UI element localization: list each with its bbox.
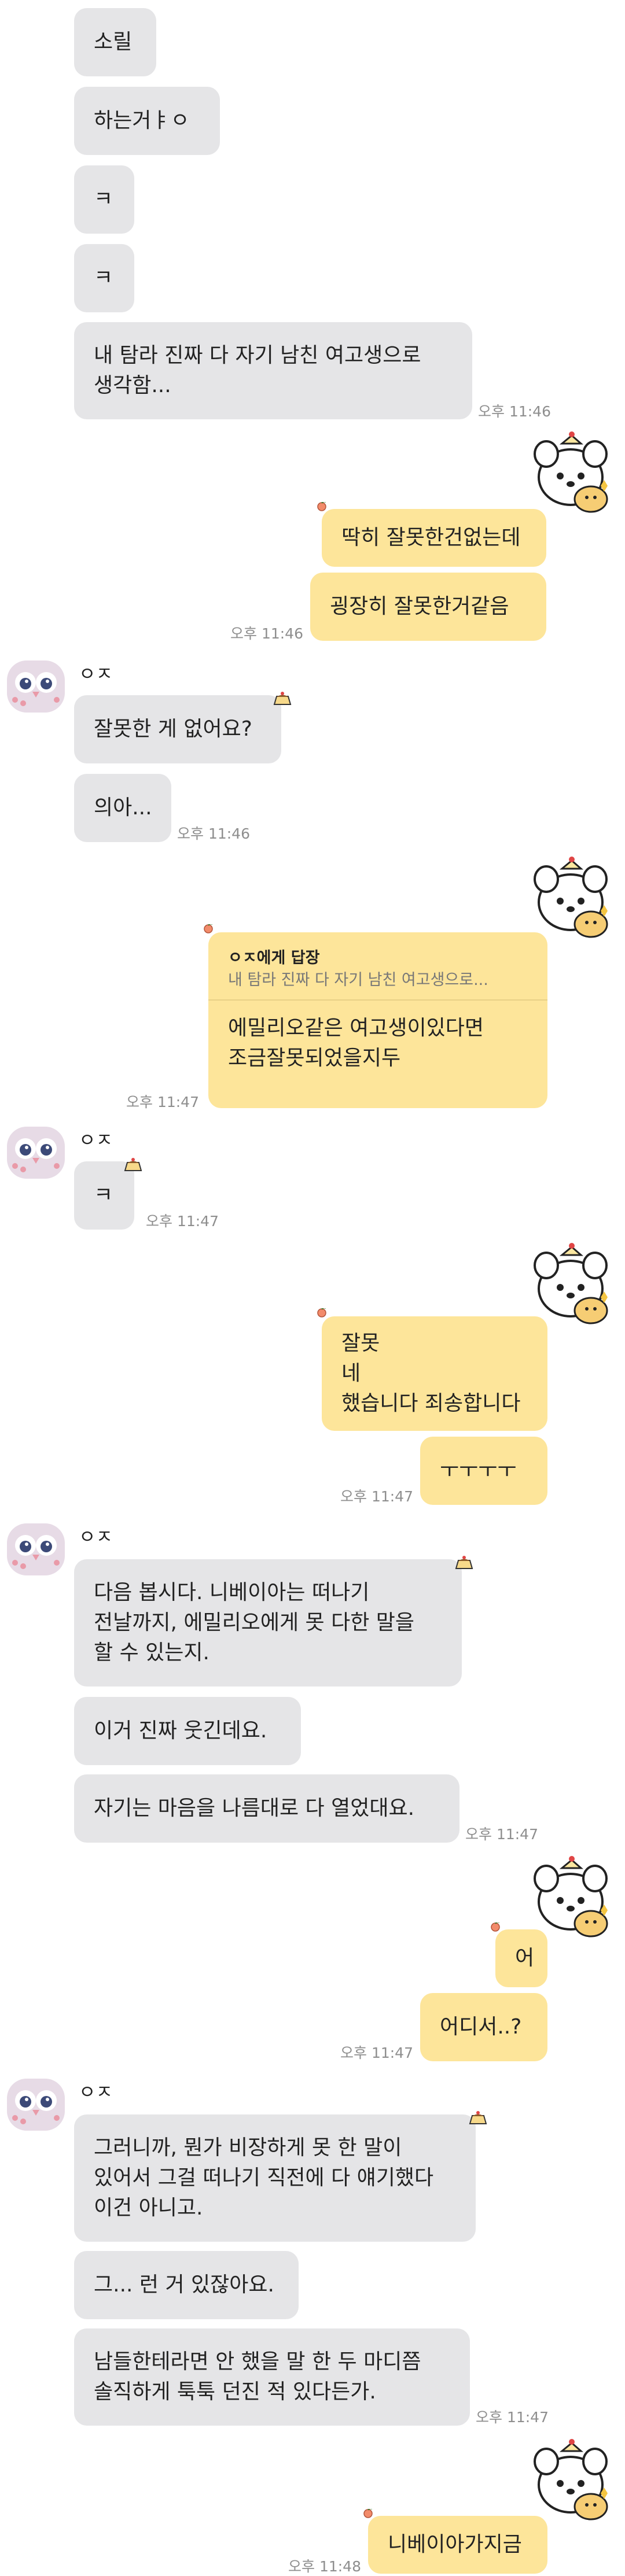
message-text: 할 수 있는지.	[94, 1641, 209, 1665]
message-bubble[interactable]: 하는거ㅑㅇ	[74, 87, 220, 155]
message-bubble[interactable]: 의아...	[74, 774, 171, 842]
pudding-reaction-icon	[455, 1556, 473, 1569]
message-text: 그... 런 거 있잖아요.	[94, 2273, 274, 2297]
message-text: 남들한테라면 안 했을 말 한 두 마디쯤	[94, 2350, 421, 2374]
message-text: 잘못	[341, 1331, 380, 1355]
hamster-sticker-icon	[534, 2438, 609, 2520]
timestamp: 오후 11:47	[340, 1488, 413, 1505]
timestamp: 오후 11:47	[146, 1213, 219, 1230]
reply-message-bubble[interactable]: ㅇㅈ에게 답장 내 탐라 진짜 다 자기 남친 여고생으로... 에밀리오같은 …	[208, 932, 547, 1108]
reply-quote[interactable]: 내 탐라 진짜 다 자기 남친 여고생으로...	[228, 969, 528, 991]
timestamp: 오후 11:46	[230, 625, 303, 642]
hamster-sticker-icon	[534, 431, 609, 513]
message-text: 내 탐라 진짜 다 자기 남친 여고생으로	[94, 344, 421, 367]
message-text: 조금잘못되었을지두	[228, 1046, 401, 1070]
avatar[interactable]	[6, 2073, 66, 2133]
hamster-sticker-icon	[534, 1855, 609, 1937]
message-bubble[interactable]: 그러니까, 뭔가 비장하게 못 한 말이 있어서 그걸 떠나기 직전에 다 얘기…	[74, 2114, 476, 2242]
timestamp: 오후 11:46	[478, 403, 551, 420]
message-text: ㅋ	[94, 1183, 113, 1207]
message-bubble[interactable]: 굉장히 잘못한거같음	[310, 573, 546, 641]
contact-name: ㅇㅈ	[79, 2081, 113, 2103]
message-text: 어디서..?	[440, 2015, 522, 2039]
message-bubble[interactable]: 내 탐라 진짜 다 자기 남친 여고생으로 생각함...	[74, 322, 472, 419]
message-bubble[interactable]: 니베이아가지금	[368, 2516, 547, 2574]
hamster-sticker-icon	[534, 1242, 609, 1324]
hamster-sticker-icon	[534, 856, 609, 938]
timestamp: 오후 11:47	[465, 1826, 538, 1843]
message-bubble[interactable]: 이거 진짜 웃긴데요.	[74, 1697, 301, 1765]
message-text: 다음 봅시다. 니베이아는 떠나기	[94, 1581, 370, 1604]
message-bubble[interactable]: ㅜㅜㅜㅜ	[420, 1437, 547, 1505]
message-text: 생각함...	[94, 374, 171, 397]
message-text: 있어서 그걸 떠나기 직전에 다 얘기했다	[94, 2166, 434, 2190]
message-text: 어	[515, 1946, 535, 1970]
message-bubble[interactable]: 소릴	[74, 8, 156, 76]
pudding-reaction-icon	[274, 692, 291, 705]
message-text: 하는거ㅑㅇ	[94, 109, 190, 132]
pudding-reaction-icon	[124, 1158, 142, 1171]
message-bubble[interactable]: 그... 런 거 있잖아요.	[74, 2251, 299, 2319]
message-text: 그러니까, 뭔가 비장하게 못 한 말이	[94, 2136, 402, 2160]
contact-name: ㅇㅈ	[79, 663, 113, 685]
message-text: 이거 진짜 웃긴데요.	[94, 1719, 267, 1743]
message-text: 네	[341, 1361, 361, 1385]
avatar[interactable]	[6, 1121, 66, 1181]
message-bubble[interactable]: ㅋ	[74, 244, 134, 312]
message-text: 솔직하게 툭툭 던진 적 있다든가.	[94, 2380, 376, 2404]
message-bubble[interactable]: 어디서..?	[420, 1993, 547, 2061]
reply-divider	[208, 999, 547, 1001]
timestamp: 오후 11:46	[177, 825, 250, 842]
reply-label: ㅇㅈ에게 답장	[228, 949, 320, 967]
timestamp: 오후 11:47	[340, 2044, 413, 2061]
contact-name: ㅇㅈ	[79, 1129, 113, 1151]
message-text: 에밀리오같은 여고생이있다면	[228, 1016, 484, 1040]
message-text: 의아...	[94, 796, 152, 820]
message-text: ㅋ	[94, 187, 113, 211]
message-bubble[interactable]: 자기는 마음을 나름대로 다 열었대요.	[74, 1774, 459, 1843]
message-text: 잘못한 게 없어요?	[94, 717, 252, 741]
message-text: ㅜㅜㅜㅜ	[440, 1459, 517, 1482]
avatar[interactable]	[6, 655, 66, 715]
message-text: 전날까지, 에밀리오에게 못 다한 말을	[94, 1611, 415, 1634]
timestamp: 오후 11:47	[126, 1094, 199, 1110]
message-bubble[interactable]: 딱히 잘못한건없는데	[322, 509, 546, 567]
message-text: 니베이아가지금	[388, 2533, 522, 2556]
message-text: 딱히 잘못한건없는데	[341, 526, 521, 549]
timestamp: 오후 11:48	[288, 2558, 361, 2575]
message-bubble[interactable]: 잘못 네 했습니다 죄송합니다	[322, 1316, 547, 1431]
pudding-reaction-icon	[469, 2111, 487, 2124]
message-text: ㅋ	[94, 266, 113, 290]
message-bubble[interactable]: 다음 봅시다. 니베이아는 떠나기 전날까지, 에밀리오에게 못 다한 말을 할…	[74, 1559, 462, 1686]
message-text: 했습니다 죄송합니다	[341, 1392, 521, 1415]
timestamp: 오후 11:47	[476, 2409, 549, 2426]
message-bubble[interactable]: 잘못한 게 없어요?	[74, 695, 281, 763]
contact-name: ㅇㅈ	[79, 1526, 113, 1548]
message-text: 소릴	[94, 30, 133, 54]
message-text: 이건 아니고.	[94, 2196, 203, 2220]
message-text: 굉장히 잘못한거같음	[330, 595, 509, 618]
message-bubble[interactable]: 어	[495, 1929, 547, 1987]
message-bubble[interactable]: 남들한테라면 안 했을 말 한 두 마디쯤 솔직하게 툭툭 던진 적 있다든가.	[74, 2328, 470, 2426]
message-text: 자기는 마음을 나름대로 다 열었대요.	[94, 1796, 415, 1820]
message-bubble[interactable]: ㅋ	[74, 165, 134, 234]
avatar[interactable]	[6, 1518, 66, 1578]
